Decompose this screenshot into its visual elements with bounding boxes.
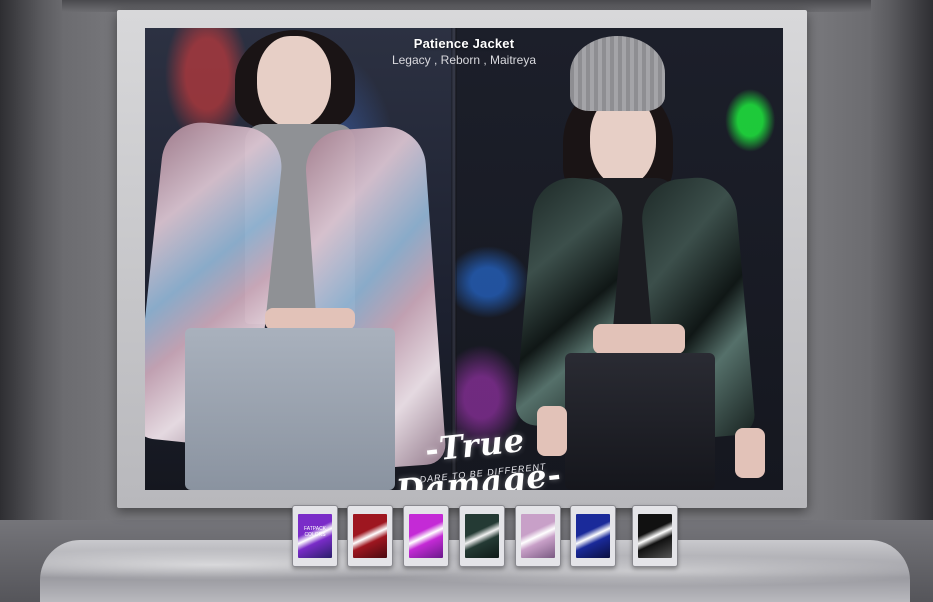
vendor-panel-green-dark[interactable] [459, 505, 505, 567]
vendor-panel-magenta[interactable] [403, 505, 449, 567]
left-wall [0, 0, 62, 602]
color-swatch [353, 514, 387, 558]
color-swatch [521, 514, 555, 558]
color-swatch [576, 514, 610, 558]
color-swatch [409, 514, 443, 558]
right-wall [871, 0, 933, 602]
poster-title: Patience Jacket [413, 36, 515, 51]
color-swatch [638, 514, 672, 558]
poster-subtitle: Legacy , Reborn , Maitreya [391, 53, 537, 67]
vendor-panel-fatpack[interactable]: FATPACK COLORS [292, 505, 338, 567]
vendor-panel-lavender[interactable] [515, 505, 561, 567]
vendor-panel-red[interactable] [347, 505, 393, 567]
poster-divider [451, 28, 457, 490]
product-poster[interactable]: Patience Jacket Legacy , Reborn , Maitre… [145, 28, 783, 490]
vendor-panel-blue[interactable] [570, 505, 616, 567]
vendor-panel-black-white[interactable] [632, 505, 678, 567]
swatch-label: FATPACK COLORS [303, 526, 327, 538]
color-swatch [465, 514, 499, 558]
